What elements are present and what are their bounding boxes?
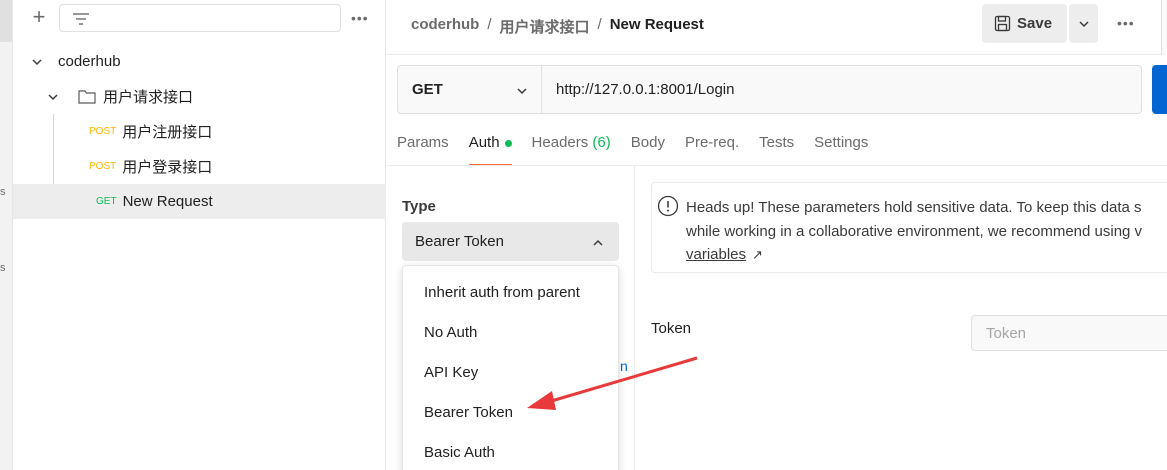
auth-type-select[interactable]: Bearer Token (402, 222, 619, 261)
sidebar-search-input[interactable] (59, 4, 341, 32)
auth-option[interactable]: Inherit auth from parent (424, 284, 580, 301)
notice-text: while working in a collaborative environ… (686, 223, 1143, 240)
save-button[interactable]: Save (982, 4, 1067, 43)
method-badge: POST (89, 126, 117, 137)
collection-name: coderhub (58, 53, 121, 70)
tab-label: Pre-req. (684, 134, 740, 151)
breadcrumb-request[interactable]: New Request (610, 16, 704, 37)
auth-type-label: Type (402, 198, 436, 215)
tab-settings[interactable]: Settings (814, 134, 868, 166)
external-link-icon: ↗ (752, 247, 763, 262)
breadcrumb-separator: / (487, 16, 492, 33)
folder-row[interactable]: 用户请求接口 (13, 79, 386, 114)
plus-icon[interactable]: + (27, 6, 51, 30)
tab-label: Params (397, 134, 449, 151)
tab-label: Body (630, 134, 665, 151)
auth-option[interactable]: Basic Auth (424, 444, 495, 461)
collections-sidebar: + ••• coderhub 用户请求接口 POST 用户注册接口 POST 用… (13, 0, 386, 470)
breadcrumb-collection[interactable]: coderhub (411, 16, 479, 37)
chevron-down-icon[interactable] (47, 91, 59, 103)
method-value: GET (412, 81, 443, 98)
breadcrumb-separator: / (597, 16, 602, 33)
rail-label-fragment: s (0, 186, 6, 198)
request-item-selected[interactable]: GET New Request (13, 184, 386, 219)
method-badge: POST (89, 161, 117, 172)
tab-pre-request[interactable]: Pre-req. (685, 134, 739, 166)
info-icon (657, 195, 679, 217)
tab-count: (6) (592, 134, 611, 151)
save-options-button[interactable] (1069, 4, 1098, 43)
request-tabs: Params Auth Headers (6) Body Pre-req. Te… (397, 134, 888, 166)
request-item[interactable]: POST 用户注册接口 (13, 114, 386, 149)
request-item[interactable]: POST 用户登录接口 (13, 149, 386, 184)
folder-name: 用户请求接口 (103, 89, 194, 106)
chevron-down-icon (1078, 20, 1089, 27)
url-input[interactable]: http://127.0.0.1:8001/Login (556, 81, 734, 98)
tab-tests[interactable]: Tests (759, 134, 794, 166)
save-icon (994, 15, 1011, 32)
save-label: Save (1017, 15, 1053, 32)
breadcrumb: coderhub / 用户请求接口 / New Request (411, 16, 704, 37)
breadcrumb-folder[interactable]: 用户请求接口 (500, 16, 590, 37)
sensitive-data-notice: Heads up! These parameters hold sensitiv… (651, 182, 1167, 273)
auth-option[interactable]: API Key (424, 364, 478, 381)
auth-option-bearer-token[interactable]: Bearer Token (424, 404, 513, 421)
tab-auth[interactable]: Auth (468, 134, 512, 166)
left-rail: s s (0, 0, 13, 470)
auth-type-dropdown: Inherit auth from parent No Auth API Key… (402, 265, 619, 470)
auth-panel-divider (634, 166, 635, 470)
partial-link[interactable]: n (620, 358, 628, 374)
folder-icon (78, 90, 96, 104)
rail-active-item[interactable] (0, 0, 12, 42)
request-label: 用户注册接口 (122, 124, 213, 141)
request-label: 用户登录接口 (122, 159, 213, 176)
method-badge: GET (96, 196, 117, 207)
chevron-down-icon (517, 88, 527, 95)
tab-label: Settings (814, 134, 869, 151)
tabs-divider (387, 165, 1167, 166)
postman-window: s s + ••• coderhub 用户请求接口 POST 用户注册接口 PO… (0, 0, 1167, 470)
auth-option[interactable]: No Auth (424, 324, 477, 341)
tab-params[interactable]: Params (397, 134, 449, 166)
request-url-bar: GET http://127.0.0.1:8001/Login (397, 65, 1142, 114)
tab-body[interactable]: Body (631, 134, 665, 166)
chevron-down-icon[interactable] (31, 56, 43, 68)
tab-label: Headers (531, 134, 589, 151)
token-label: Token (651, 320, 692, 337)
chevron-up-icon (593, 239, 603, 246)
auth-type-value: Bearer Token (415, 233, 504, 250)
status-dot (504, 139, 512, 147)
more-icon[interactable]: ••• (1117, 15, 1135, 31)
right-panel-edge (1161, 0, 1167, 55)
rail-label-fragment: s (0, 262, 6, 274)
tab-label: Tests (759, 134, 795, 151)
tab-headers[interactable]: Headers (6) (532, 134, 611, 166)
tab-label: Auth (468, 134, 500, 151)
notice-text: Heads up! These parameters hold sensitiv… (686, 199, 1142, 216)
sidebar-toolbar: + ••• (13, 0, 386, 40)
method-select[interactable]: GET (398, 66, 542, 113)
collection-row[interactable]: coderhub (13, 44, 386, 79)
filter-icon (73, 13, 89, 25)
token-input[interactable] (971, 315, 1167, 351)
request-label: New Request (122, 193, 213, 210)
variables-link[interactable]: variables (686, 246, 746, 263)
more-icon[interactable]: ••• (351, 10, 369, 26)
request-header: coderhub / 用户请求接口 / New Request Save ••• (387, 0, 1167, 55)
send-button[interactable] (1152, 65, 1167, 114)
